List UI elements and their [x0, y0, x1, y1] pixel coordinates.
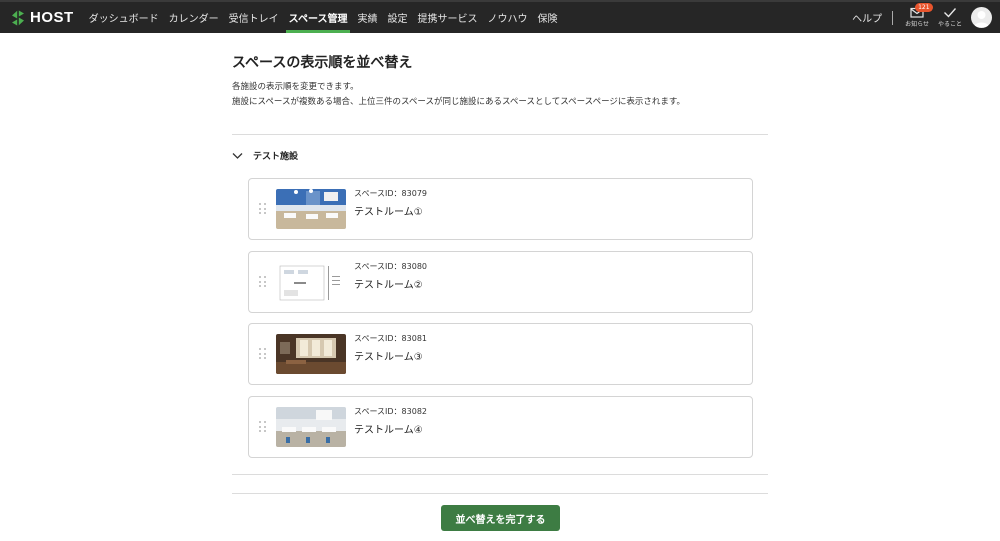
space-card-1[interactable]: スペースID：83079 テストルーム① — [248, 178, 753, 240]
todo-button[interactable]: やること — [938, 7, 962, 28]
header-divider — [892, 10, 894, 25]
chevron-down-icon — [232, 152, 243, 159]
drag-handle-icon[interactable] — [259, 421, 267, 433]
notification-count-badge: 121 — [915, 3, 933, 12]
page-description: 各施設の表示順を変更できます。 施設にスペースが複数ある場合、上位三件のスペース… — [232, 80, 792, 110]
nav-partner-services[interactable]: 提携サービス — [412, 2, 482, 33]
space-id: スペースID：83082 — [354, 407, 428, 416]
section-divider-middle — [232, 474, 768, 475]
space-name: テストルーム① — [354, 207, 423, 218]
checkmark-icon — [943, 8, 957, 18]
logo-icon — [12, 9, 24, 26]
drag-handle-icon[interactable] — [259, 348, 267, 360]
header-tools: ヘルプ 121 お知らせ やること — [852, 2, 1000, 33]
facility-name: テスト施設 — [253, 152, 299, 162]
user-icon — [974, 11, 989, 27]
description-line-1: 各施設の表示順を変更できます。 — [232, 82, 359, 92]
nav-inbox[interactable]: 受信トレイ — [224, 2, 284, 33]
main-nav: ダッシュボード カレンダー 受信トレイ スペース管理 実績 設定 提携サービス … — [84, 2, 563, 33]
space-card-4[interactable]: スペースID：83082 テストルーム④ — [248, 396, 753, 458]
nav-knowhow[interactable]: ノウハウ — [482, 2, 532, 33]
section-divider-bottom — [232, 493, 768, 494]
page-title: スペースの表示順を並べ替え — [232, 55, 413, 71]
nav-insurance[interactable]: 保険 — [532, 2, 562, 33]
nav-space-management[interactable]: スペース管理 — [284, 2, 353, 33]
space-id: スペースID：83080 — [354, 262, 428, 271]
user-avatar[interactable] — [971, 7, 992, 28]
space-name: テストルーム② — [354, 280, 423, 291]
brand-logo[interactable]: HOST — [9, 9, 74, 27]
drag-handle-icon[interactable] — [259, 276, 267, 288]
nav-dashboard[interactable]: ダッシュボード — [84, 2, 164, 33]
help-link[interactable]: ヘルプ — [852, 10, 882, 25]
space-thumbnail-3 — [276, 334, 346, 374]
space-card-3[interactable]: スペースID：83081 テストルーム③ — [248, 323, 753, 385]
notifications-label: お知らせ — [905, 21, 929, 28]
space-id: スペースID：83079 — [354, 189, 428, 198]
space-id: スペースID：83081 — [354, 334, 428, 343]
section-divider-top — [232, 134, 768, 135]
space-thumbnail-2 — [276, 262, 346, 302]
facility-accordion-header[interactable]: テスト施設 — [232, 149, 298, 162]
todo-label: やること — [937, 21, 962, 28]
space-card-2[interactable]: スペースID：83080 テストルーム② — [248, 251, 753, 313]
notifications-button[interactable]: 121 お知らせ — [905, 3, 933, 28]
nav-settings[interactable]: 設定 — [382, 2, 412, 33]
complete-reorder-button[interactable]: 並べ替えを完了する — [441, 505, 560, 531]
drag-handle-icon[interactable] — [259, 203, 267, 215]
space-name: テストルーム③ — [354, 352, 423, 363]
description-line-2: 施設にスペースが複数ある場合、上位三件のスペースが同じ施設にあるスペースとしてス… — [232, 97, 686, 107]
nav-results[interactable]: 実績 — [352, 2, 382, 33]
space-thumbnail-4 — [276, 407, 346, 447]
nav-calendar[interactable]: カレンダー — [164, 2, 224, 33]
space-thumbnail-1 — [276, 189, 346, 229]
space-name: テストルーム④ — [354, 425, 423, 436]
top-nav-bar: HOST ダッシュボード カレンダー 受信トレイ スペース管理 実績 設定 提携… — [0, 0, 1000, 33]
brand-name: HOST — [30, 9, 74, 26]
